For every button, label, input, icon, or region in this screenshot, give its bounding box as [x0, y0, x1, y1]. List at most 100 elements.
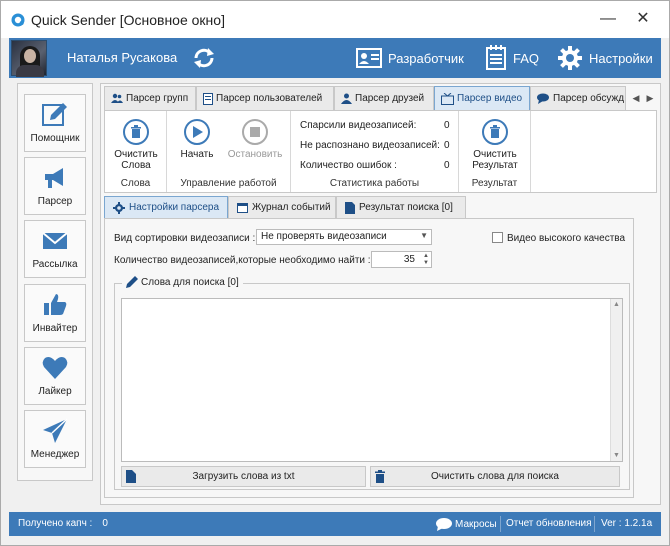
tab-label: Журнал событий [252, 202, 331, 213]
tab-label: Парсер обсужд [553, 93, 625, 104]
tab-parser-settings[interactable]: Настройки парсера [104, 196, 228, 218]
sidebar-item-label: Помощник [30, 133, 80, 144]
minimize-button[interactable]: — [598, 9, 618, 29]
sidebar-item-liker[interactable]: Лайкер [24, 347, 86, 405]
parsed-label: Спарсили видеозаписей: [300, 120, 417, 131]
chat-icon [436, 518, 452, 531]
search-words-textarea[interactable]: ▲ ▼ [121, 298, 623, 462]
trash-icon [490, 125, 500, 138]
scrollbar[interactable]: ▲ ▼ [610, 299, 622, 461]
status-separator [594, 516, 595, 532]
megaphone-icon [45, 168, 63, 188]
window-title: Quick Sender [Основное окно] [31, 12, 225, 28]
tab-label: Результат поиска [0] [359, 202, 453, 213]
ribbon-group-control: Начать Остановить Управление работой [167, 111, 291, 192]
ribbon-group-title: Статистика работы [329, 178, 420, 189]
trash-icon [131, 125, 141, 138]
gear-icon [558, 46, 582, 70]
parsed-value: 0 [444, 120, 450, 131]
pencil-icon [42, 103, 67, 126]
chat-icon [537, 93, 549, 104]
tab-user-parser[interactable]: Парсер пользователей [196, 86, 334, 110]
load-words-button[interactable]: Загрузить слова из txt [121, 466, 366, 487]
tab-label: Парсер видео [457, 93, 523, 104]
close-button[interactable]: ✕ [633, 9, 653, 29]
sidebar-item-inviter[interactable]: Инвайтер [24, 284, 86, 342]
sidebar-item-parser[interactable]: Парсер [24, 157, 86, 215]
stop-icon [250, 127, 260, 137]
tab-group-parser[interactable]: Парсер групп [104, 86, 196, 110]
errors-value: 0 [444, 160, 450, 171]
developer-button[interactable]: Разработчик [356, 38, 464, 78]
sidebar-item-label: Менеджер [30, 449, 80, 460]
refresh-icon[interactable] [191, 45, 217, 71]
sidebar-item-label: Инвайтер [32, 323, 78, 334]
document-icon [203, 92, 213, 105]
start-button[interactable]: Начать [175, 119, 219, 160]
clear-words-list-button[interactable]: Очистить слова для поиска [370, 466, 620, 487]
app-logo-icon [11, 13, 25, 27]
tv-icon [441, 92, 454, 105]
tab-label: Парсер групп [126, 93, 189, 104]
version-label: Ver : 1.2.1a [601, 518, 653, 529]
document-icon [345, 201, 355, 214]
tab-label: Парсер друзей [355, 93, 425, 104]
stepper-up-icon[interactable]: ▲ [423, 253, 429, 259]
tab-event-log[interactable]: Журнал событий [228, 196, 336, 218]
tab-video-parser[interactable]: Парсер видео [434, 86, 530, 110]
settings-label: Настройки [589, 50, 653, 66]
faq-button[interactable]: FAQ [485, 38, 539, 78]
clear-words-button[interactable]: Очистить Слова [105, 119, 167, 171]
tab-label: Парсер пользователей [216, 93, 323, 104]
envelope-icon [42, 232, 68, 249]
stop-button[interactable]: Остановить [223, 119, 287, 160]
sort-label: Вид сортировки видеозаписи : [114, 233, 256, 244]
chevron-down-icon: ▼ [420, 231, 428, 240]
ribbon-group-title: Результат [471, 178, 518, 189]
paper-plane-icon [43, 418, 68, 443]
notepad-icon [486, 45, 506, 70]
sidebar-item-mailing[interactable]: Рассылка [24, 220, 86, 278]
stepper-down-icon[interactable]: ▼ [423, 260, 429, 266]
scroll-down-icon[interactable]: ▼ [613, 452, 620, 459]
user-icon [341, 93, 352, 104]
update-report-link[interactable]: Отчет обновления [506, 518, 592, 529]
calendar-icon [237, 203, 248, 213]
pencil-icon [126, 276, 138, 288]
captcha-value: 0 [102, 518, 108, 529]
play-icon [193, 126, 203, 138]
sidebar-item-manager[interactable]: Менеджер [24, 410, 86, 468]
title-bar: Quick Sender [Основное окно] — ✕ [0, 0, 670, 38]
sidebar-item-label: Лайкер [38, 386, 72, 397]
tab-label: Настройки парсера [129, 202, 220, 213]
tab-discussion-parser[interactable]: Парсер обсужд [530, 86, 626, 110]
tab-search-results[interactable]: Результат поиска [0] [336, 196, 466, 218]
search-words-title: Слова для поиска [0] [122, 276, 243, 288]
clear-result-button[interactable]: Очистить Результат [459, 119, 531, 171]
count-stepper[interactable]: 35 ▲ ▼ [371, 251, 432, 268]
thumbs-up-icon [44, 294, 67, 315]
captcha-status: Получено капч : 0 [18, 518, 108, 529]
tabs-scroll-right-icon[interactable]: ▶ [643, 90, 657, 106]
tabs-scroll-left-icon[interactable]: ◀ [629, 90, 643, 106]
id-card-icon [356, 48, 382, 68]
avatar[interactable] [11, 40, 47, 77]
developer-label: Разработчик [388, 50, 464, 66]
tab-friends-parser[interactable]: Парсер друзей [334, 86, 434, 110]
sort-select[interactable]: Не проверять видеозаписи ▼ [256, 229, 432, 245]
sidebar-item-label: Парсер [37, 196, 73, 207]
ribbon-group-words: Очистить Слова Слова [105, 111, 167, 192]
macros-button[interactable]: Макросы [436, 518, 497, 531]
sidebar-item-assistant[interactable]: Помощник [24, 94, 86, 152]
hq-video-label: Видео высокого качества [507, 233, 626, 244]
scroll-up-icon[interactable]: ▲ [613, 301, 620, 308]
hq-video-checkbox[interactable] [492, 232, 503, 243]
settings-button[interactable]: Настройки [557, 38, 653, 78]
status-bar: Получено капч : 0 Макросы Отчет обновлен… [9, 512, 661, 536]
errors-label: Количество ошибок : [300, 160, 397, 171]
ribbon-group-stats: Спарсили видеозаписей: 0 Не распознано в… [291, 111, 459, 192]
sidebar: Помощник Парсер Рассылка Инвайтер Лайкер [17, 83, 93, 481]
ribbon-group-title: Слова [120, 178, 151, 189]
users-icon [111, 93, 123, 103]
heart-icon [42, 357, 68, 379]
